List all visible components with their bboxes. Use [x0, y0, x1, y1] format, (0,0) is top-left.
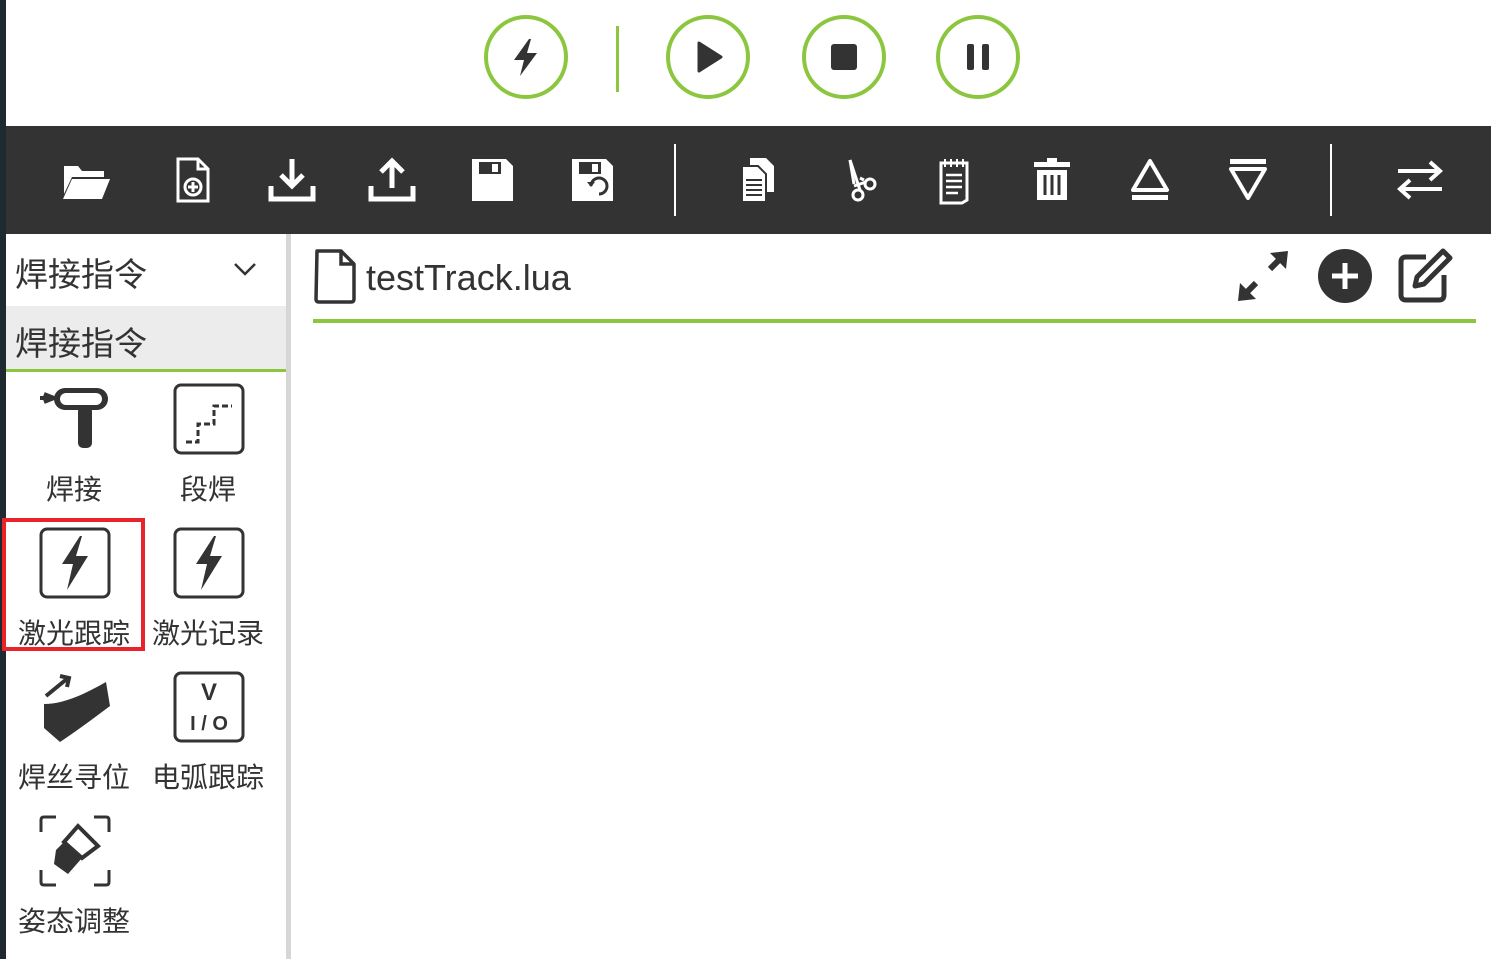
chevron-down-icon	[234, 263, 256, 276]
category-dropdown-label: 焊接指令	[15, 256, 147, 293]
tool-label: 焊丝寻位	[17, 762, 130, 793]
file-icon	[314, 249, 356, 304]
instruction-sidebar: 焊接指令 焊接指令 焊接 段焊 激光跟踪 激光记录 焊丝寻位 V I / O 电…	[6, 234, 286, 959]
new-file-button[interactable]	[164, 152, 220, 208]
tool-label: 激光跟踪	[17, 618, 130, 649]
open-button[interactable]	[58, 152, 114, 208]
toolbar-divider	[674, 144, 676, 216]
file-toolbar	[6, 126, 1491, 234]
move-down-button[interactable]	[1220, 152, 1276, 208]
editor-tab: testTrack.lua	[313, 244, 1476, 324]
tool-arc-track[interactable]: V I / O 电弧跟踪	[141, 662, 275, 802]
move-down-icon	[1229, 159, 1267, 200]
export-button[interactable]	[364, 152, 420, 208]
switch-button[interactable]	[1392, 152, 1448, 208]
tool-label: 段焊	[179, 474, 236, 505]
expand-icon	[1238, 251, 1288, 301]
stop-button[interactable]	[802, 15, 886, 99]
arc-icon-io: I / O	[190, 713, 228, 735]
download-icon	[268, 159, 316, 202]
tool-label: 姿态调整	[17, 906, 130, 937]
tool-label: 电弧跟踪	[151, 762, 264, 793]
move-up-button[interactable]	[1122, 152, 1178, 208]
laser-track-icon	[39, 527, 111, 599]
cut-button[interactable]	[828, 152, 884, 208]
switch-icon	[1397, 160, 1443, 200]
paste-icon	[939, 159, 969, 205]
add-button[interactable]	[1315, 246, 1375, 306]
file-name: testTrack.lua	[366, 257, 571, 298]
copy-button[interactable]	[730, 152, 786, 208]
cut-icon	[848, 159, 877, 202]
pause-icon	[967, 44, 989, 70]
tool-label: 激光记录	[151, 618, 264, 649]
upload-icon	[368, 157, 416, 202]
editor-area[interactable]	[313, 330, 1476, 950]
tool-laser-record[interactable]: 激光记录	[141, 518, 275, 658]
toolbar-divider	[1330, 144, 1332, 216]
category-item-label: 焊接指令	[15, 325, 147, 362]
tab-underline	[313, 319, 1476, 323]
edit-button[interactable]	[1395, 246, 1455, 306]
wire-search-icon	[44, 674, 110, 742]
sidebar-scroll-border	[286, 234, 291, 959]
new-file-icon	[176, 157, 210, 203]
import-button[interactable]	[264, 152, 320, 208]
move-up-icon	[1131, 159, 1169, 200]
paste-button[interactable]	[926, 152, 982, 208]
pose-adjust-icon	[39, 815, 111, 887]
save-as-button[interactable]	[564, 152, 620, 208]
arc-track-icon: V I / O	[173, 671, 245, 743]
open-folder-icon	[63, 166, 110, 199]
tool-wire-search[interactable]: 焊丝寻位	[7, 662, 141, 802]
laser-record-icon	[173, 527, 245, 599]
weld-torch-icon	[40, 388, 108, 448]
tool-pose-adjust[interactable]: 姿态调整	[7, 806, 141, 946]
delete-button[interactable]	[1024, 152, 1080, 208]
play-button[interactable]	[666, 15, 750, 99]
save-as-icon	[572, 159, 613, 201]
category-dropdown[interactable]: 焊接指令	[6, 234, 286, 304]
tool-weld[interactable]: 焊接	[7, 374, 141, 514]
expand-button[interactable]	[1233, 246, 1293, 306]
edit-icon	[1398, 248, 1453, 303]
save-button[interactable]	[464, 152, 520, 208]
tool-segment-weld[interactable]: 段焊	[141, 374, 275, 514]
segment-weld-icon	[173, 383, 245, 455]
tool-laser-track[interactable]: 激光跟踪	[7, 518, 141, 658]
copy-icon	[741, 158, 774, 203]
enable-button[interactable]	[484, 15, 568, 99]
stop-icon	[831, 44, 857, 70]
delete-icon	[1034, 158, 1070, 200]
pause-button[interactable]	[936, 15, 1020, 99]
controls-divider	[616, 26, 619, 92]
tool-label: 焊接	[45, 474, 102, 505]
add-circle-icon	[1318, 249, 1372, 303]
category-item-weld[interactable]: 焊接指令	[6, 306, 286, 372]
play-icon	[697, 41, 723, 73]
arc-icon-voltage: V	[201, 679, 217, 706]
save-icon	[472, 159, 513, 201]
power-icon	[514, 39, 537, 76]
